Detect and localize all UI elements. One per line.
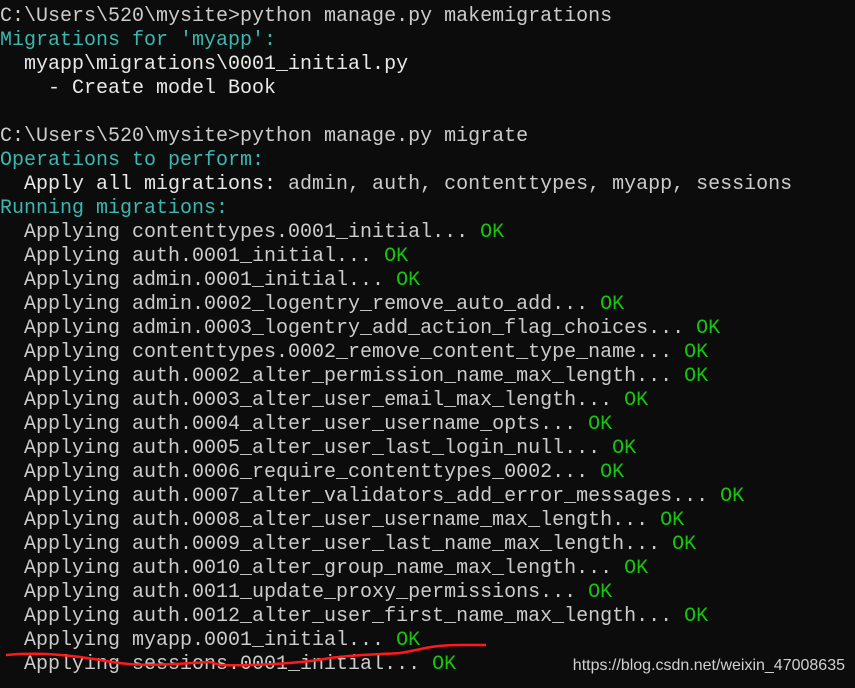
red-underline-annotation — [5, 643, 486, 667]
